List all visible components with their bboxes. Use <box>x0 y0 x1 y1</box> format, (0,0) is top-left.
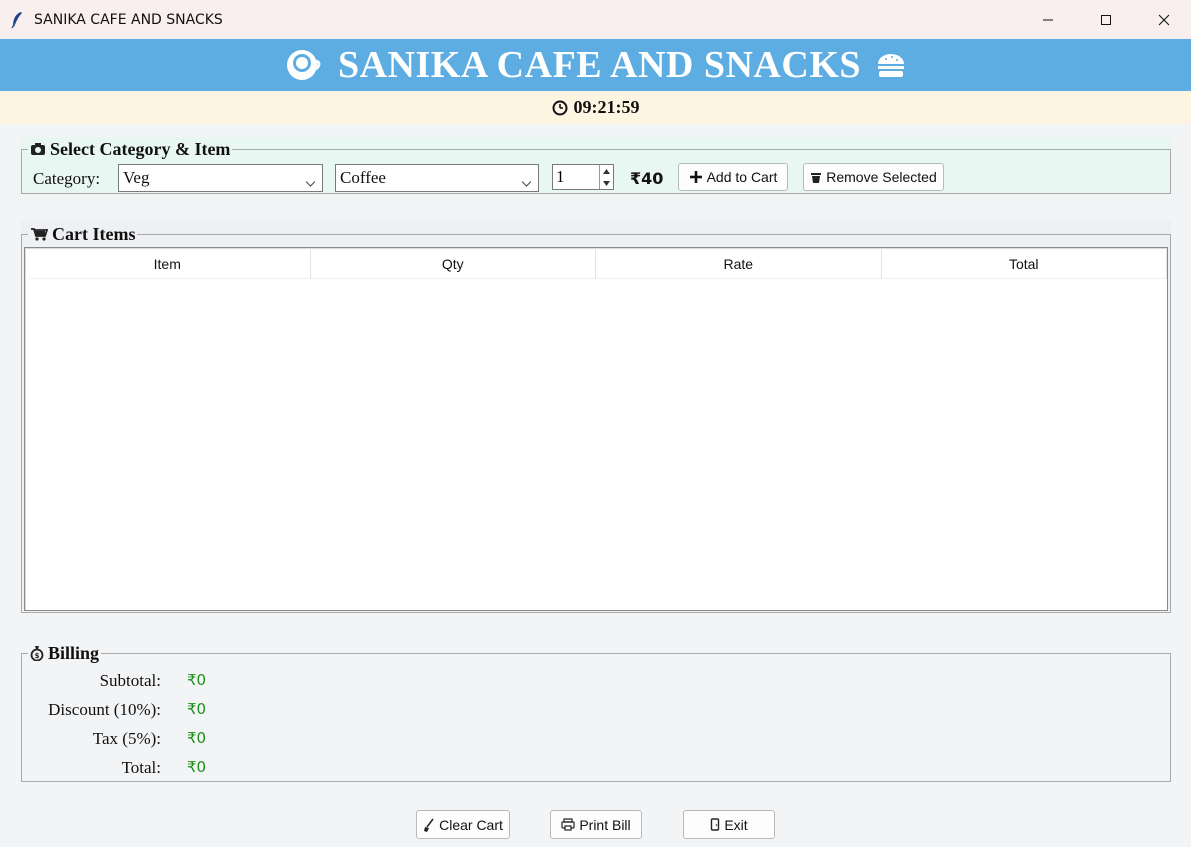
category-select[interactable]: Veg <box>118 164 323 192</box>
minimize-button[interactable] <box>1019 0 1077 39</box>
billing-row-subtotal: Subtotal: ₹0 <box>22 671 322 693</box>
chevron-down-icon <box>305 173 316 193</box>
billing-section: $ Billing Subtotal: ₹0 Discount (10%): ₹… <box>21 643 1171 782</box>
billing-section-title: Billing <box>48 643 100 663</box>
cart-section-bg <box>21 221 1171 234</box>
cart-table[interactable]: Item Qty Rate Total <box>24 247 1168 611</box>
select-section-title: Select Category & Item <box>50 139 231 159</box>
category-label: Category: <box>33 169 101 188</box>
total-label: Total: <box>121 758 161 777</box>
trash-icon <box>810 171 822 184</box>
cart-section-title: Cart Items <box>52 224 136 244</box>
subtotal-label: Subtotal: <box>99 671 161 690</box>
category-select-value: Veg <box>123 168 150 187</box>
window-title: SANIKA CAFE AND SNACKS <box>34 11 223 28</box>
column-header-rate[interactable]: Rate <box>596 248 882 279</box>
billing-row-discount: Discount (10%): ₹0 <box>22 700 322 722</box>
print-bill-label: Print Bill <box>579 816 631 833</box>
select-section: Select Category & Item Category: Veg Cof… <box>21 139 1171 194</box>
subtotal-value: ₹0 <box>187 671 207 689</box>
tax-label: Tax (5%): <box>92 729 161 748</box>
add-to-cart-button[interactable]: Add to Cart <box>678 163 788 191</box>
app-banner: SANIKA CAFE AND SNACKS <box>0 39 1191 91</box>
clock-time: 09:21:59 <box>573 97 640 117</box>
app-heading: SANIKA CAFE AND SNACKS <box>337 44 862 86</box>
item-select[interactable]: Coffee <box>335 164 539 192</box>
cart-section-legend: Cart Items <box>28 224 138 244</box>
printer-icon <box>561 818 575 831</box>
money-bag-icon: $ <box>30 645 44 661</box>
window-titlebar: SANIKA CAFE AND SNACKS <box>0 0 1191 39</box>
item-select-value: Coffee <box>340 168 386 187</box>
cart-section: Cart Items Item Qty Rate Total <box>21 224 1171 613</box>
feather-icon <box>8 11 26 29</box>
select-section-legend: Select Category & Item <box>28 139 233 159</box>
quantity-value: 1 <box>556 167 565 186</box>
door-icon <box>710 818 720 831</box>
clear-cart-button[interactable]: Clear Cart <box>416 810 510 839</box>
exit-button[interactable]: Exit <box>683 810 775 839</box>
item-price: ₹40 <box>630 169 664 188</box>
remove-selected-button[interactable]: Remove Selected <box>803 163 944 191</box>
total-value: ₹0 <box>187 758 207 776</box>
tax-value: ₹0 <box>187 729 207 747</box>
billing-row-tax: Tax (5%): ₹0 <box>22 729 322 751</box>
print-bill-button[interactable]: Print Bill <box>550 810 642 839</box>
plus-icon <box>689 170 703 184</box>
billing-section-legend: $ Billing <box>28 643 102 663</box>
chevron-down-icon <box>521 173 532 193</box>
column-header-total[interactable]: Total <box>882 248 1167 279</box>
add-to-cart-label: Add to Cart <box>706 169 778 185</box>
clock-bar: 09:21:59 <box>0 91 1191 124</box>
exit-label: Exit <box>724 816 748 833</box>
close-button[interactable] <box>1135 0 1191 39</box>
coffee-cup-icon <box>284 45 324 85</box>
discount-label: Discount (10%): <box>48 700 161 719</box>
spin-down-icon[interactable] <box>600 177 613 189</box>
quantity-stepper[interactable]: 1 <box>552 164 614 190</box>
broom-icon <box>423 818 435 832</box>
burger-icon <box>875 50 907 80</box>
takeaway-cup-icon <box>30 142 46 156</box>
clock-icon <box>552 100 568 116</box>
cart-icon <box>30 227 48 241</box>
cart-table-header: Item Qty Rate Total <box>25 248 1167 279</box>
svg-text:$: $ <box>35 652 40 660</box>
maximize-button[interactable] <box>1077 0 1135 39</box>
clear-cart-label: Clear Cart <box>439 816 503 833</box>
discount-value: ₹0 <box>187 700 207 718</box>
remove-selected-label: Remove Selected <box>826 169 937 185</box>
billing-row-total: Total: ₹0 <box>22 758 322 780</box>
column-header-item[interactable]: Item <box>25 248 311 279</box>
column-header-qty[interactable]: Qty <box>311 248 596 279</box>
spin-up-icon[interactable] <box>600 165 613 177</box>
